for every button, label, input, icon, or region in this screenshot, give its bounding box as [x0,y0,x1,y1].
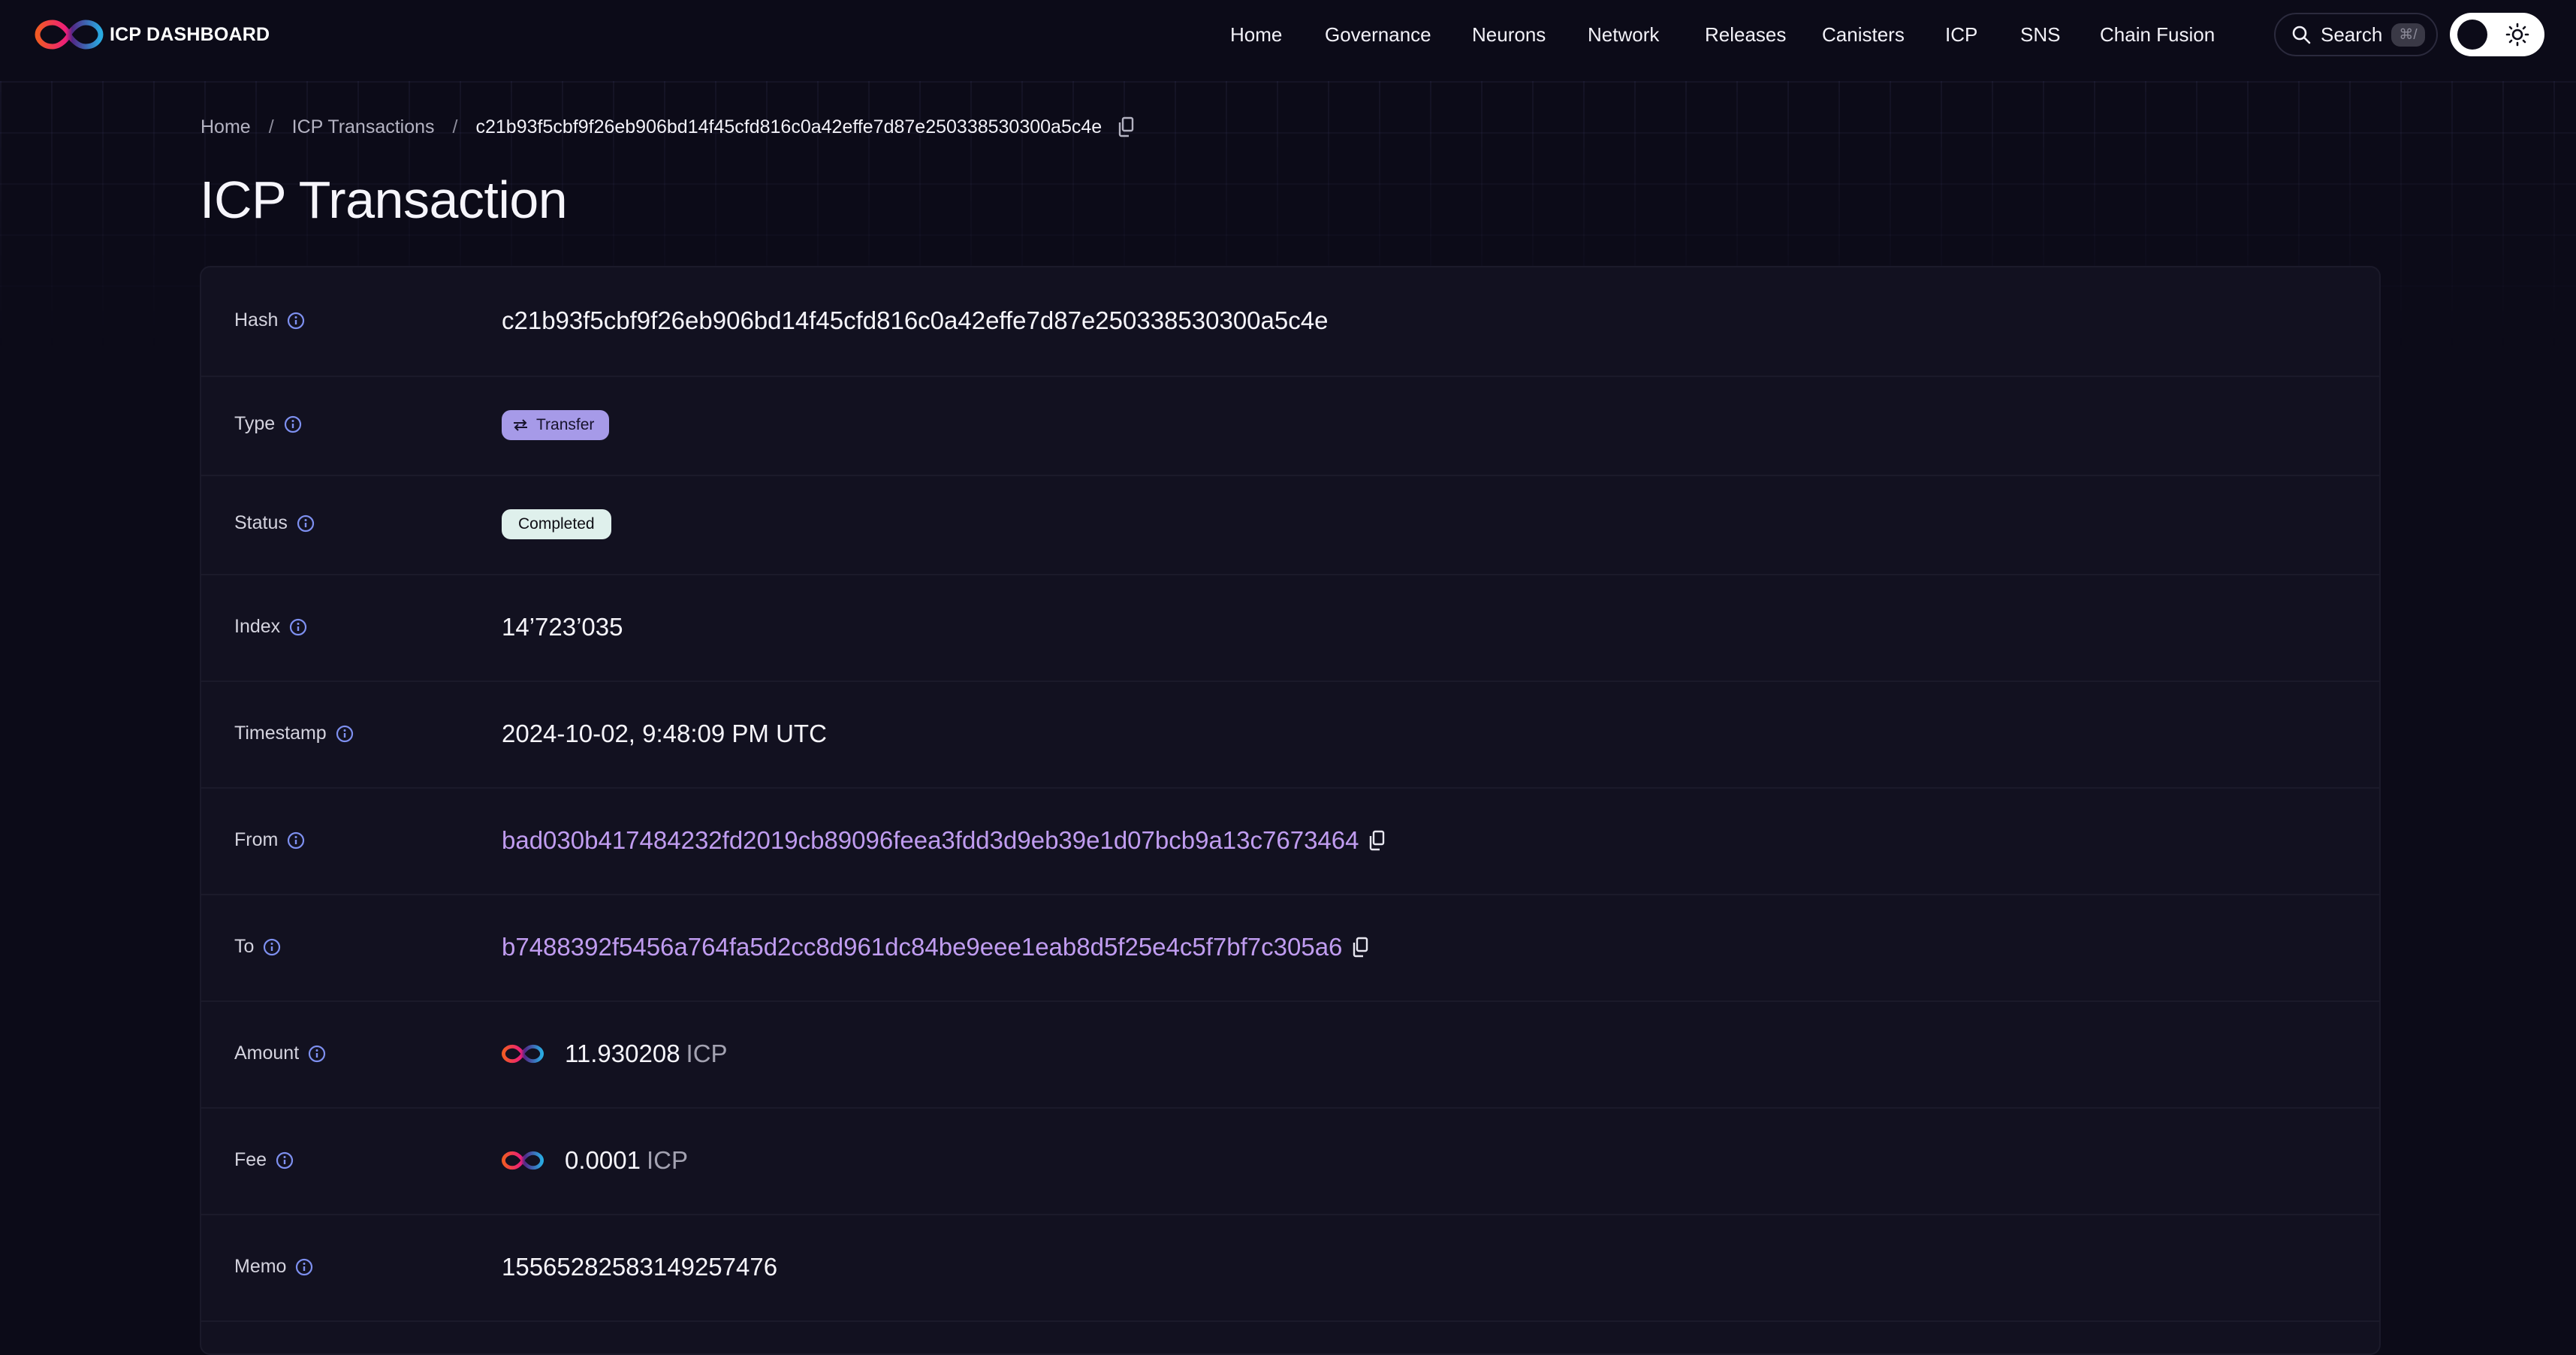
icp-token-icon [502,1151,544,1170]
status-badge: Completed [502,509,611,539]
icp-logo-icon [35,20,104,50]
memo-label-text: Memo [234,1256,287,1277]
info-icon[interactable] [289,618,307,636]
type-label-text: Type [234,413,276,434]
hash-label: Hash [234,309,305,331]
detail-row-hash: Hash c21b93f5cbf9f26eb906bd14f45cfd816c0… [201,267,2379,377]
type-label: Type [234,413,302,435]
fee-number: 0.0001 [565,1146,641,1174]
breadcrumb: Home / ICP Transactions / c21b93f5cbf9f2… [201,114,1135,140]
from-account-link[interactable]: bad030b417484232fd2019cb89096feea3fdd3d9… [502,826,1359,855]
nav-icp[interactable]: ICP [1945,23,1977,47]
breadcrumb-home[interactable]: Home [201,116,251,138]
status-label-text: Status [234,512,288,533]
from-label-text: From [234,829,279,850]
amount-label-text: Amount [234,1043,300,1064]
detail-row-fee: Fee 0.0001 ICP [201,1107,2379,1215]
memo-value: 15565282583149257476 [502,1253,778,1281]
copy-icon[interactable] [1117,116,1135,137]
nav-neurons[interactable]: Neurons [1472,23,1546,47]
nav-sns[interactable]: SNS [2020,23,2060,47]
index-label: Index [234,616,307,638]
info-icon[interactable] [287,831,305,850]
detail-row-to: To b7488392f5456a764fa5d2cc8d961dc84be9e… [201,894,2379,1002]
status-label: Status [234,512,315,534]
index-label-text: Index [234,616,281,637]
amount-label: Amount [234,1043,326,1064]
hash-label-text: Hash [234,309,279,330]
memo-label: Memo [234,1256,313,1278]
detail-row-from: From bad030b417484232fd2019cb89096feea3f… [201,787,2379,895]
copy-icon[interactable] [1351,937,1369,958]
fee-label: Fee [234,1149,294,1171]
toggle-knob [2457,20,2487,50]
theme-toggle[interactable] [2450,13,2544,56]
info-icon[interactable] [276,1151,294,1169]
breadcrumb-separator: / [268,116,274,137]
to-account-link[interactable]: b7488392f5456a764fa5d2cc8d961dc84be9eee1… [502,933,1342,961]
type-value: Transfer [502,410,610,440]
icp-token-icon [502,1044,544,1064]
search-button[interactable]: Search ⌘/ [2274,13,2438,56]
fee-label-text: Fee [234,1149,267,1170]
info-icon[interactable] [336,725,354,743]
timestamp-label-text: Timestamp [234,723,327,744]
nav-releases[interactable]: Releases [1705,23,1786,47]
nav-network[interactable]: Network [1588,23,1659,47]
transaction-details-card: Hash c21b93f5cbf9f26eb906bd14f45cfd816c0… [200,266,2381,1355]
nav-governance[interactable]: Governance [1325,23,1431,47]
fee-unit: ICP [646,1146,688,1174]
info-icon[interactable] [295,1258,313,1276]
detail-row-type: Type Transfer [201,376,2379,476]
breadcrumb-separator: / [452,116,458,137]
from-value: bad030b417484232fd2019cb89096feea3fdd3d9… [502,826,1386,855]
type-badge: Transfer [502,410,610,440]
to-value: b7488392f5456a764fa5d2cc8d961dc84be9eee1… [502,933,1369,961]
nav-home[interactable]: Home [1230,23,1282,47]
copy-icon[interactable] [1368,830,1386,851]
fee-value: 0.0001 ICP [502,1146,688,1175]
logo-text: ICP DASHBOARD [110,23,270,45]
transfer-arrows-icon [514,419,527,431]
search-label: Search [2321,23,2383,46]
detail-row-memo: Memo 15565282583149257476 [201,1214,2379,1322]
index-value: 14’723’035 [502,613,623,641]
detail-row-amount: Amount 11.930208 ICP [201,1000,2379,1109]
breadcrumb-current: c21b93f5cbf9f26eb906bd14f45cfd816c0a42ef… [475,116,1102,137]
status-value: Completed [502,509,611,539]
timestamp-value: 2024-10-02, 9:48:09 PM UTC [502,720,827,747]
info-icon[interactable] [284,415,302,433]
to-label: To [234,936,281,958]
detail-row-index: Index 14’723’035 [201,574,2379,682]
nav-chain-fusion[interactable]: Chain Fusion [2100,23,2215,47]
hash-value: c21b93f5cbf9f26eb906bd14f45cfd816c0a42ef… [502,306,1329,334]
amount-value: 11.930208 ICP [502,1040,728,1068]
search-icon [2292,26,2311,44]
to-label-text: To [234,936,255,957]
logo[interactable]: ICP DASHBOARD [35,17,270,53]
info-icon[interactable] [287,312,305,330]
sun-icon [2505,23,2529,47]
info-icon[interactable] [263,938,281,956]
info-icon[interactable] [297,515,315,533]
nav-canisters[interactable]: Canisters [1822,23,1905,47]
type-badge-text: Transfer [536,416,595,433]
detail-row-status: Status Completed [201,475,2379,575]
top-navbar: ICP DASHBOARD Home Governance Neurons Ne… [0,0,2576,69]
detail-row-timestamp: Timestamp 2024-10-02, 9:48:09 PM UTC [201,681,2379,789]
amount-unit: ICP [686,1040,728,1067]
amount-number: 11.930208 [565,1040,680,1067]
timestamp-label: Timestamp [234,723,354,744]
from-label: From [234,829,305,851]
search-shortcut: ⌘/ [2391,23,2425,47]
page-title: ICP Transaction [200,171,568,229]
breadcrumb-icp-transactions[interactable]: ICP Transactions [292,116,435,138]
info-icon[interactable] [308,1045,326,1063]
